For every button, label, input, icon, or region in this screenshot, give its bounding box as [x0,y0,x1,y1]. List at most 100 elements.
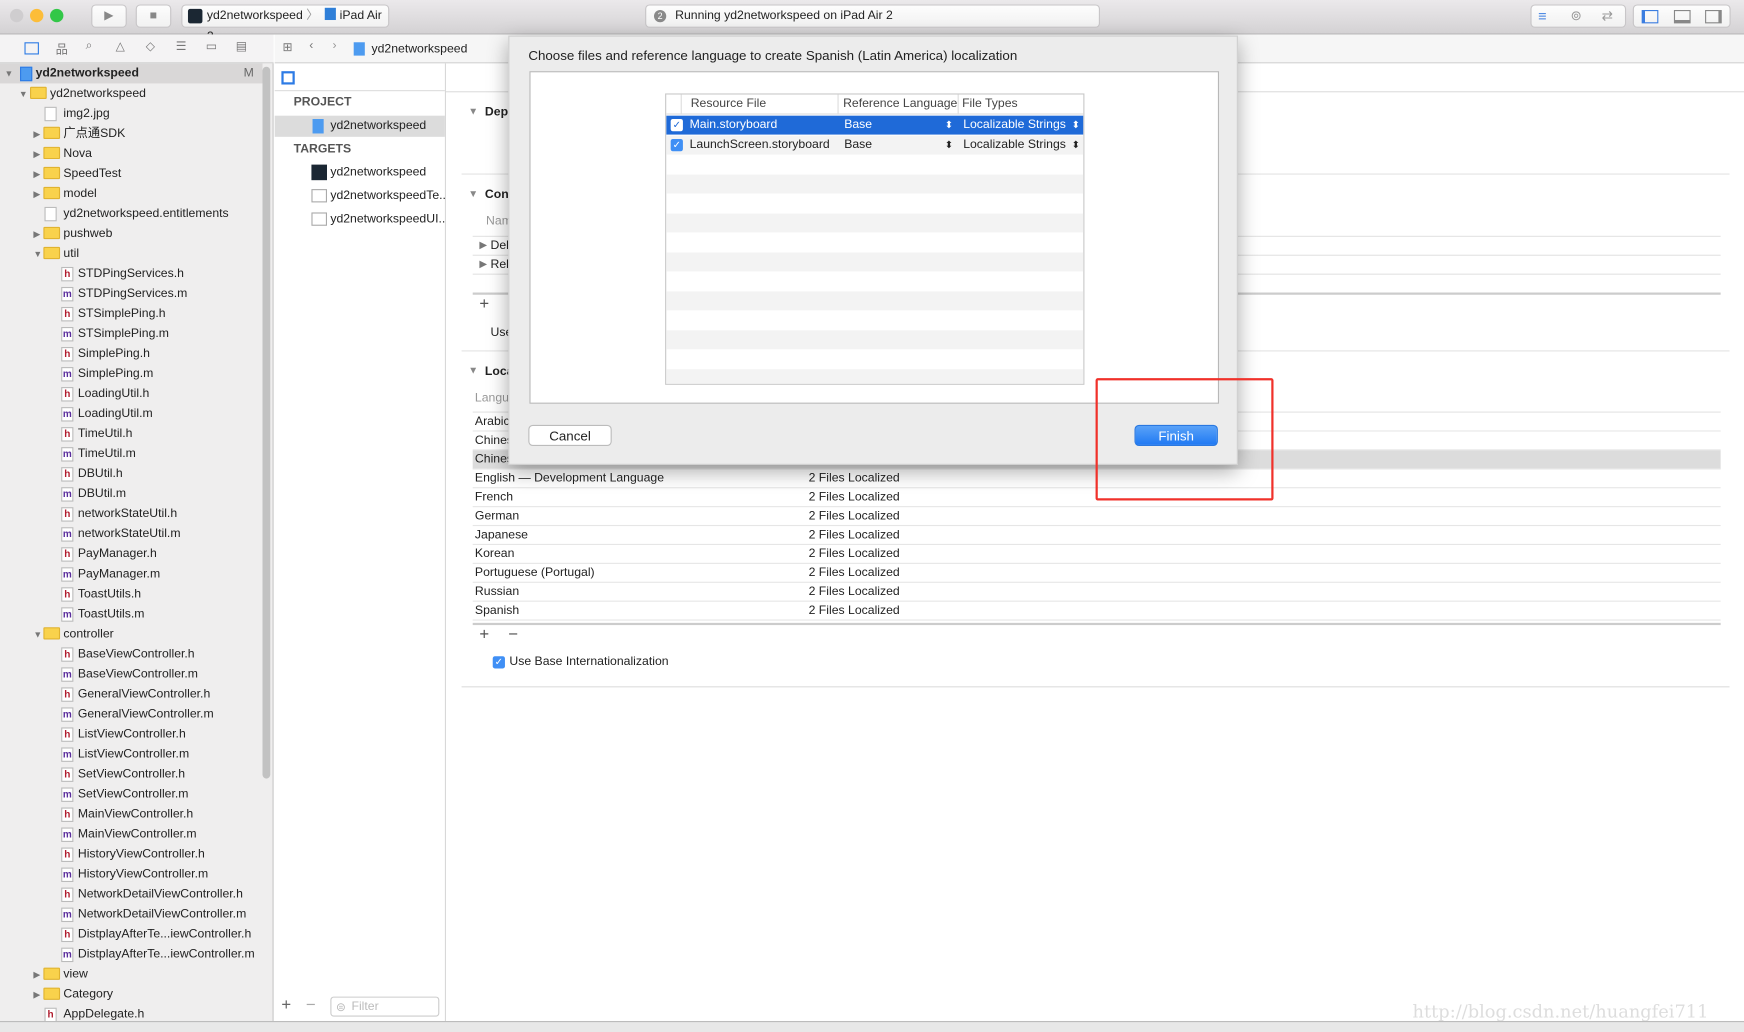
target-row[interactable]: yd2networkspeed [275,162,445,183]
base-internationalization-checkbox[interactable]: ✓ [492,656,505,669]
navigator-item[interactable]: m NetworkDetailViewController.m [0,904,262,924]
file-row[interactable]: ✓ Main.storyboard Base ⬍ Localizable Strings… [666,115,1084,135]
disclosure-closed-icon[interactable]: ▶ [33,185,40,205]
file-checkbox[interactable]: ✓ [670,119,683,132]
project-navigator-icon[interactable] [24,42,39,55]
navigator-item[interactable]: h PayManager.h [0,544,262,564]
disclosure-open-icon[interactable]: ▼ [33,625,42,645]
close-window-button[interactable] [10,8,24,23]
zoom-window-button[interactable] [50,8,64,23]
navigator-item[interactable]: h GeneralViewController.h [0,684,262,704]
breakpoint-navigator-icon[interactable]: ▭ [206,39,218,53]
disclosure-open-icon[interactable]: ▼ [4,65,13,85]
assistant-editor-icon[interactable]: ⊚ [1570,8,1581,24]
navigator-item[interactable]: h NetworkDetailViewController.h [0,884,262,904]
reference-language-popup[interactable]: Base ⬍ [844,135,955,154]
navigator-item[interactable]: m PayManager.m [0,564,262,584]
language-row[interactable]: German 2 Files Localized [472,507,1721,527]
jump-bar-file[interactable]: yd2networkspeed [371,42,467,55]
related-items-icon[interactable]: ⊞ [283,40,293,54]
navigator-toggle-icon[interactable] [1641,10,1659,24]
navigator-item[interactable]: yd2networkspeed.entitlements [0,204,262,224]
navigator-item[interactable]: h SetViewController.h [0,764,262,784]
navigator-item[interactable]: m GeneralViewController.m [0,704,262,724]
file-type-popup[interactable]: Localizable Strings ⬍ [963,116,1083,135]
navigator-item[interactable]: m SetViewController.m [0,784,262,804]
disclosure-closed-icon[interactable]: ▶ [33,225,40,245]
run-button[interactable]: ▶ [91,4,127,28]
navigator-item[interactable]: m BaseViewController.m [0,664,262,684]
version-editor-icon[interactable]: ⇄ [1602,8,1613,24]
disclosure-triangle-icon[interactable]: ▼ [468,188,478,199]
navigator-item[interactable]: ▼ controller [0,624,262,644]
navigator-item[interactable]: h SimplePing.h [0,344,262,364]
navigator-item[interactable]: h LoadingUtil.h [0,384,262,404]
config-release[interactable]: Rel [490,258,508,271]
config-debug[interactable]: Del [490,239,508,252]
navigator-item[interactable]: m SimplePing.m [0,364,262,384]
navigator-item[interactable]: h ListViewController.h [0,724,262,744]
disclosure-closed-icon[interactable]: ▶ [33,145,40,165]
navigator-item[interactable]: ▶ pushweb [0,224,262,244]
navigator-item[interactable]: m networkStateUtil.m [0,524,262,544]
filter-input[interactable]: ⊜ Filter [330,996,440,1017]
symbol-navigator-icon[interactable]: 品 [56,40,68,58]
navigator-item[interactable]: h ToastUtils.h [0,584,262,604]
language-row[interactable]: Russian 2 Files Localized [472,583,1721,602]
column-reference-language[interactable]: Reference Language [843,95,957,114]
navigator-item[interactable]: h TimeUtil.h [0,424,262,444]
target-row[interactable]: yd2networkspeedTe... [275,186,449,207]
navigator-item[interactable]: m MainViewController.m [0,824,262,844]
navigator-item[interactable]: ▼ util [0,244,262,264]
file-type-popup[interactable]: Localizable Strings ⬍ [963,135,1083,154]
hide-targets-icon[interactable] [281,71,295,85]
navigator-item[interactable]: h STDPingServices.h [0,264,262,284]
navigator-item[interactable]: ▶ SpeedTest [0,163,262,183]
cancel-button[interactable]: Cancel [528,424,612,447]
add-config-button[interactable]: + [479,295,489,314]
test-navigator-icon[interactable]: ◇ [146,39,155,53]
navigator-item[interactable]: h BaseViewController.h [0,644,262,664]
navigator-item[interactable]: ▼ yd2networkspeed [0,83,262,103]
navigator-item[interactable]: ▶ model [0,184,262,204]
navigator-item[interactable]: m LoadingUtil.m [0,404,262,424]
scheme-selector[interactable]: yd2networkspeed 〉 iPad Air 2 [181,4,390,43]
expand-icon[interactable]: ▶ [479,239,487,251]
disclosure-triangle-icon[interactable]: ▼ [468,106,478,117]
language-row[interactable]: Spanish 2 Files Localized [472,602,1721,621]
add-language-button[interactable]: + [479,625,489,644]
navigator-item[interactable]: m STDPingServices.m [0,284,262,304]
forward-icon[interactable]: › [333,39,337,52]
navigator-item[interactable]: h DBUtil.h [0,464,262,484]
reference-language-popup[interactable]: Base ⬍ [844,116,955,135]
navigator-item[interactable]: m ToastUtils.m [0,604,262,624]
navigator-item[interactable]: ▶ Category [0,984,262,1004]
navigator-item[interactable]: ▶ 广点通SDK [0,123,262,143]
remove-target-button[interactable]: − [306,995,316,1014]
navigator-item[interactable]: m DBUtil.m [0,484,262,504]
disclosure-closed-icon[interactable]: ▶ [33,965,40,985]
navigator-item[interactable]: h networkStateUtil.h [0,504,262,524]
navigator-item[interactable]: m STSimplePing.m [0,324,262,344]
disclosure-open-icon[interactable]: ▼ [33,245,42,265]
disclosure-open-icon[interactable]: ▼ [19,85,28,105]
find-navigator-icon[interactable]: ⌕ [86,39,93,53]
navigator-item[interactable]: m TimeUtil.m [0,444,262,464]
navigator-item[interactable]: m DistplayAfterTe...iewController.m [0,944,262,964]
language-row[interactable]: Japanese 2 Files Localized [472,526,1721,545]
project-row[interactable]: yd2networkspeed [274,115,445,137]
file-checkbox[interactable]: ✓ [670,138,683,151]
target-row[interactable]: yd2networkspeedUI... [275,209,449,230]
column-file-types[interactable]: File Types [962,95,1018,114]
stop-button[interactable]: ■ [135,4,172,28]
language-row[interactable]: Portuguese (Portugal) 2 Files Localized [472,564,1721,583]
expand-icon[interactable]: ▶ [479,258,487,270]
file-row[interactable]: ✓ LaunchScreen.storyboard Base ⬍ Localizable… [666,135,1084,155]
navigator-item[interactable]: h AppDelegate.h [0,1004,262,1022]
standard-editor-icon[interactable]: ≡ [1538,8,1546,25]
debug-area-toggle-icon[interactable] [1673,10,1691,24]
navigator-item[interactable]: ▶ view [0,964,262,984]
navigator-item[interactable]: img2.jpg [0,103,262,123]
issue-navigator-icon[interactable]: △ [116,39,125,53]
navigator-item[interactable]: h STSimplePing.h [0,304,262,324]
